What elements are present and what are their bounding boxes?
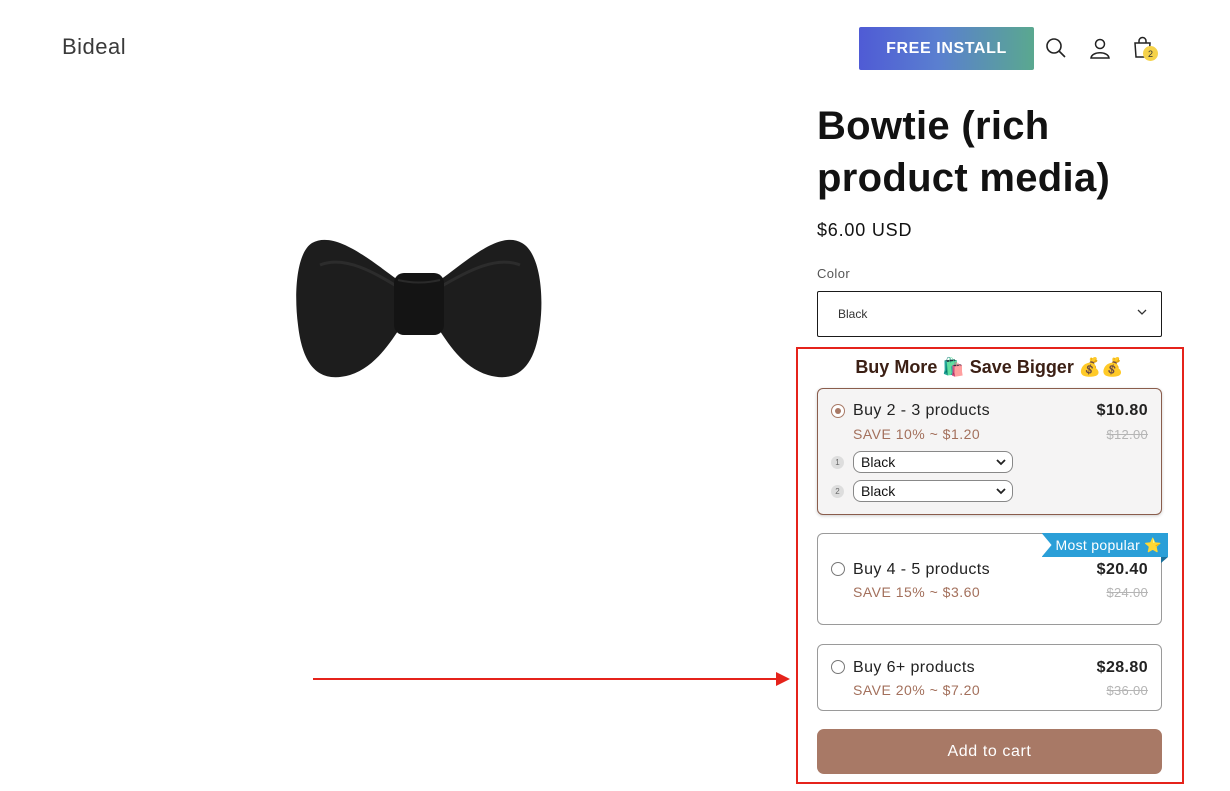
color-select-value: Black <box>838 307 868 321</box>
tier-3-price: $28.80 <box>1096 659 1148 676</box>
money-bag-icon: 💰💰 <box>1078 357 1124 377</box>
badge-fold <box>1161 557 1168 563</box>
product-image-bowtie[interactable] <box>290 225 550 385</box>
tier-1-radio[interactable] <box>831 404 845 418</box>
color-label: Color <box>817 266 851 281</box>
tier-3-compare-price: $36.00 <box>1106 683 1148 698</box>
chevron-down-icon <box>996 488 1006 495</box>
bundle-heading-text-2: Save Bigger <box>969 357 1074 377</box>
shopping-bag-icon: 🛍️ <box>942 357 965 377</box>
bundle-heading: Buy More 🛍️ Save Bigger 💰💰 <box>817 357 1162 378</box>
search-icon[interactable] <box>1044 36 1068 60</box>
product-title: Bowtie (rich product media) <box>817 104 1111 200</box>
free-install-button[interactable]: FREE INSTALL <box>859 27 1034 70</box>
bundle-tier-2[interactable]: Most popular ⭐ Buy 4 - 5 products SAVE 1… <box>817 533 1168 625</box>
product-price: $6.00 USD <box>817 220 913 240</box>
tier-2-name: Buy 4 - 5 products <box>853 561 991 578</box>
variant-select-1[interactable]: Black <box>853 451 1013 473</box>
tier-2-compare-price: $24.00 <box>1106 585 1148 600</box>
tier-1-price: $10.80 <box>1096 402 1148 419</box>
bundle-tier-3[interactable]: Buy 6+ products SAVE 20% ~ $7.20 $28.80 … <box>817 644 1162 711</box>
add-to-cart-button[interactable]: Add to cart <box>817 729 1162 774</box>
cart-icon[interactable]: 2 <box>1131 36 1158 61</box>
tier-3-name: Buy 6+ products <box>853 659 976 676</box>
bundle-tier-1[interactable]: Buy 2 - 3 products SAVE 10% ~ $1.20 $10.… <box>817 388 1162 515</box>
bundle-heading-text: Buy More <box>855 357 938 377</box>
tier-1-name: Buy 2 - 3 products <box>853 402 991 419</box>
variant-number-1: 1 <box>831 455 844 469</box>
annotation-arrow-line <box>313 678 779 680</box>
variant-select-1-value: Black <box>861 454 896 470</box>
tier-3-radio[interactable] <box>831 660 845 674</box>
tier-2-save: SAVE 15% ~ $3.60 <box>853 584 981 600</box>
most-popular-badge: Most popular ⭐ <box>1041 533 1168 557</box>
variant-select-2[interactable]: Black <box>853 480 1013 502</box>
store-logo[interactable]: Bideal <box>62 34 126 60</box>
color-select[interactable]: Black <box>817 291 1162 337</box>
tier-1-compare-price: $12.00 <box>1106 427 1148 442</box>
tier-2-radio[interactable] <box>831 562 845 576</box>
variant-select-2-value: Black <box>861 483 896 499</box>
chevron-down-icon <box>996 459 1006 466</box>
variant-number-2: 2 <box>831 484 844 498</box>
tier-2-price: $20.40 <box>1096 561 1148 578</box>
annotation-arrow-head <box>776 672 790 686</box>
account-icon[interactable] <box>1088 36 1112 60</box>
cart-count-badge: 2 <box>1143 46 1158 61</box>
chevron-down-icon <box>1137 309 1147 315</box>
variant-row-1: 1 Black <box>831 451 1013 473</box>
tier-3-save: SAVE 20% ~ $7.20 <box>853 682 981 698</box>
variant-row-2: 2 Black <box>831 480 1013 502</box>
tier-1-save: SAVE 10% ~ $1.20 <box>853 426 981 442</box>
